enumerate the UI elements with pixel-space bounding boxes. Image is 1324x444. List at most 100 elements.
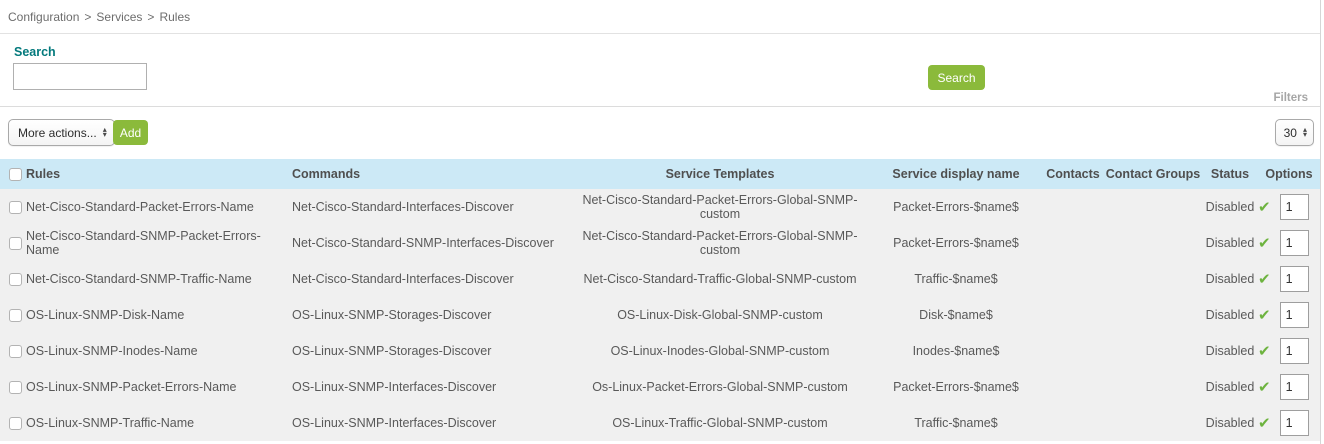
service-template-cell: OS-Linux-Disk-Global-SNMP-custom [570,297,870,333]
rule-name-cell[interactable]: OS-Linux-SNMP-Disk-Name [26,297,292,333]
rules-table: Rules Commands Service Templates Service… [0,159,1320,441]
service-template-cell: OS-Linux-Inodes-Global-SNMP-custom [570,333,870,369]
service-template-cell: Net-Cisco-Standard-Traffic-Global-SNMP-c… [570,261,870,297]
options-cell: ✔ [1258,261,1320,297]
rule-name-cell[interactable]: OS-Linux-SNMP-Traffic-Name [26,405,292,441]
service-display-name-cell: Inodes-$name$ [870,333,1042,369]
page-container: Configuration>Services>Rules Search Sear… [0,0,1321,444]
command-cell: OS-Linux-SNMP-Interfaces-Discover [292,405,570,441]
options-count-input[interactable] [1280,374,1309,400]
command-cell: Net-Cisco-Standard-SNMP-Interfaces-Disco… [292,225,570,261]
contacts-cell [1042,369,1104,405]
contact-groups-cell [1104,297,1202,333]
column-header-contact-groups[interactable]: Contact Groups [1104,159,1202,189]
service-template-cell: Os-Linux-Packet-Errors-Global-SNMP-custo… [570,369,870,405]
status-cell: Disabled [1202,405,1258,441]
column-header-status[interactable]: Status [1202,159,1258,189]
row-checkbox[interactable] [9,381,22,394]
service-template-cell: OS-Linux-Traffic-Global-SNMP-custom [570,405,870,441]
filters-toggle[interactable]: Filters [1273,92,1308,104]
table-header-row: Rules Commands Service Templates Service… [0,159,1320,189]
column-header-service-templates[interactable]: Service Templates [570,159,870,189]
status-cell: Disabled [1202,189,1258,225]
contacts-cell [1042,333,1104,369]
table-row: Net-Cisco-Standard-SNMP-Traffic-Name Net… [0,261,1320,297]
table-row: OS-Linux-SNMP-Inodes-Name OS-Linux-SNMP-… [0,333,1320,369]
breadcrumb-item-rules[interactable]: Rules [159,10,190,24]
rule-name-cell[interactable]: Net-Cisco-Standard-Packet-Errors-Name [26,189,292,225]
breadcrumb-separator: > [147,10,154,24]
options-count-input[interactable] [1280,266,1309,292]
page-size-select[interactable]: 30 ▴▾ [1275,119,1314,146]
enable-check-icon[interactable]: ✔ [1258,308,1271,323]
search-section: Search Search Filters [0,34,1320,107]
contact-groups-cell [1104,405,1202,441]
rule-name-cell[interactable]: Net-Cisco-Standard-SNMP-Packet-Errors-Na… [26,225,292,261]
breadcrumb-item-services[interactable]: Services [96,10,142,24]
contacts-cell [1042,261,1104,297]
options-count-input[interactable] [1280,410,1309,436]
row-checkbox[interactable] [9,237,22,250]
options-count-input[interactable] [1280,194,1309,220]
row-checkbox[interactable] [9,345,22,358]
more-actions-label: More actions... [18,126,97,140]
options-cell: ✔ [1258,189,1320,225]
search-input[interactable] [13,63,147,90]
table-row: OS-Linux-SNMP-Traffic-Name OS-Linux-SNMP… [0,405,1320,441]
contact-groups-cell [1104,333,1202,369]
contacts-cell [1042,225,1104,261]
column-header-contacts[interactable]: Contacts [1042,159,1104,189]
table-row: Net-Cisco-Standard-Packet-Errors-Name Ne… [0,189,1320,225]
enable-check-icon[interactable]: ✔ [1258,272,1271,287]
column-header-options[interactable]: Options [1258,159,1320,189]
options-count-input[interactable] [1280,338,1309,364]
select-all-checkbox[interactable] [9,168,22,181]
rule-name-cell[interactable]: OS-Linux-SNMP-Inodes-Name [26,333,292,369]
column-header-service-display-name[interactable]: Service display name [870,159,1042,189]
row-checkbox-cell [0,189,26,225]
contact-groups-cell [1104,189,1202,225]
rule-name-cell[interactable]: OS-Linux-SNMP-Packet-Errors-Name [26,369,292,405]
toolbar: More actions... ▴▾ Add 30 ▴▾ [0,107,1320,159]
row-checkbox-cell [0,333,26,369]
enable-check-icon[interactable]: ✔ [1258,416,1271,431]
table-row: OS-Linux-SNMP-Disk-Name OS-Linux-SNMP-St… [0,297,1320,333]
more-actions-select[interactable]: More actions... ▴▾ [8,119,115,146]
row-checkbox-cell [0,369,26,405]
options-cell: ✔ [1258,369,1320,405]
column-header-commands[interactable]: Commands [292,159,570,189]
row-checkbox-cell [0,405,26,441]
enable-check-icon[interactable]: ✔ [1258,344,1271,359]
contact-groups-cell [1104,369,1202,405]
options-count-input[interactable] [1280,302,1309,328]
command-cell: OS-Linux-SNMP-Interfaces-Discover [292,369,570,405]
breadcrumb-item-configuration[interactable]: Configuration [8,10,79,24]
enable-check-icon[interactable]: ✔ [1258,200,1271,215]
row-checkbox[interactable] [9,417,22,430]
row-checkbox[interactable] [9,309,22,322]
enable-check-icon[interactable]: ✔ [1258,380,1271,395]
row-checkbox-cell [0,297,26,333]
select-arrows-icon: ▴▾ [103,127,107,137]
command-cell: OS-Linux-SNMP-Storages-Discover [292,297,570,333]
row-checkbox[interactable] [9,273,22,286]
table-row: OS-Linux-SNMP-Packet-Errors-Name OS-Linu… [0,369,1320,405]
service-display-name-cell: Traffic-$name$ [870,261,1042,297]
enable-check-icon[interactable]: ✔ [1258,236,1271,251]
column-header-rules[interactable]: Rules [26,159,292,189]
service-display-name-cell: Packet-Errors-$name$ [870,369,1042,405]
contacts-cell [1042,189,1104,225]
row-checkbox[interactable] [9,201,22,214]
options-count-input[interactable] [1280,230,1309,256]
contacts-cell [1042,297,1104,333]
search-button[interactable]: Search [928,65,985,90]
page-size-value: 30 [1284,126,1297,140]
status-cell: Disabled [1202,333,1258,369]
add-button[interactable]: Add [113,120,148,145]
row-checkbox-cell [0,225,26,261]
status-cell: Disabled [1202,225,1258,261]
options-cell: ✔ [1258,225,1320,261]
service-template-cell: Net-Cisco-Standard-Packet-Errors-Global-… [570,189,870,225]
rule-name-cell[interactable]: Net-Cisco-Standard-SNMP-Traffic-Name [26,261,292,297]
service-display-name-cell: Packet-Errors-$name$ [870,225,1042,261]
